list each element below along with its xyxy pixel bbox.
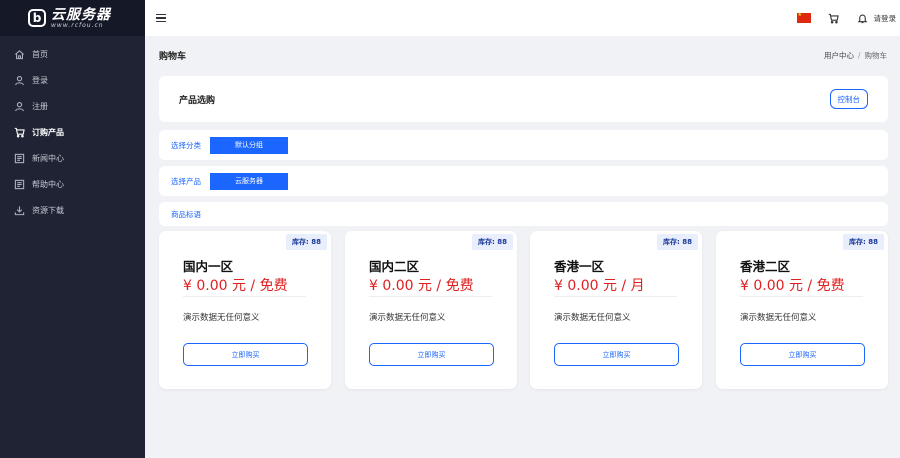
cart-icon[interactable] [828, 13, 839, 24]
product-label: 选择产品 [171, 176, 201, 186]
download-icon [13, 204, 25, 216]
bell-icon[interactable] [857, 13, 868, 24]
category-label: 选择分类 [171, 140, 201, 150]
tagline-row: 商品标语 [159, 202, 888, 226]
sidebar-item-label: 注册 [32, 101, 48, 111]
stock-badge: 库存: 88 [286, 234, 327, 250]
buy-now-button[interactable]: 立即购买 [183, 343, 308, 366]
sidebar-item-label: 帮助中心 [32, 179, 64, 189]
card-price: ¥ 0.00 元 / 免费 [740, 278, 845, 294]
buy-now-button[interactable]: 立即购买 [554, 343, 679, 366]
card-description: 演示数据无任何意义 [554, 313, 631, 323]
card-title: 国内二区 [369, 259, 420, 274]
buy-now-button[interactable]: 立即购买 [740, 343, 865, 366]
category-row: 选择分类 默认分组 [159, 130, 888, 160]
card-price: ¥ 0.00 元 / 免费 [183, 278, 288, 294]
product-panel: 产品选购 控制台 [159, 76, 888, 122]
divider [369, 296, 492, 297]
divider [183, 296, 306, 297]
stock-badge: 库存: 88 [843, 234, 884, 250]
menu-toggle-icon[interactable] [156, 14, 166, 22]
sidebar-item-register[interactable]: 注册 [0, 93, 145, 119]
logo-subtitle: www.rcfou.cn [51, 21, 104, 29]
sidebar-item-login[interactable]: 登录 [0, 67, 145, 93]
stock-badge: 库存: 88 [657, 234, 698, 250]
home-icon [13, 48, 25, 60]
card-description: 演示数据无任何意义 [183, 313, 260, 323]
card-title: 香港二区 [740, 259, 791, 274]
product-card: 库存: 88 国内二区 ¥ 0.00 元 / 免费 演示数据无任何意义 立即购买 [345, 231, 517, 389]
top-bar: 请登录 [145, 0, 900, 36]
breadcrumb-current: 购物车 [864, 50, 888, 60]
breadcrumb: 用户中心 / 购物车 [823, 50, 888, 60]
help-icon [13, 178, 25, 190]
card-price: ¥ 0.00 元 / 免费 [369, 278, 474, 294]
stock-badge: 库存: 88 [472, 234, 513, 250]
logo[interactable]: b 云服务器 www.rcfou.cn [0, 0, 145, 36]
tagline-label: 商品标语 [171, 209, 201, 219]
card-description: 演示数据无任何意义 [369, 313, 446, 323]
user-icon [13, 74, 25, 86]
news-icon [13, 152, 25, 164]
sidebar-item-label: 资源下载 [32, 205, 64, 215]
sidebar: b 云服务器 www.rcfou.cn 首页 登录 注册 订购产品 新闻中心 帮… [0, 0, 145, 458]
logo-icon: b [28, 9, 46, 27]
product-option-cloud-server[interactable]: 云服务器 [210, 172, 288, 190]
sidebar-item-news[interactable]: 新闻中心 [0, 145, 145, 171]
breadcrumb-user-center[interactable]: 用户中心 [824, 51, 854, 60]
sidebar-item-order[interactable]: 订购产品 [0, 119, 145, 145]
card-title: 国内一区 [183, 259, 234, 274]
sidebar-item-label: 新闻中心 [32, 153, 64, 163]
sidebar-item-label: 首页 [32, 49, 48, 59]
product-card: 库存: 88 香港二区 ¥ 0.00 元 / 免费 演示数据无任何意义 立即购买 [716, 231, 888, 389]
divider [554, 296, 677, 297]
sidebar-item-help[interactable]: 帮助中心 [0, 171, 145, 197]
sidebar-item-home[interactable]: 首页 [0, 41, 145, 67]
buy-now-button[interactable]: 立即购买 [369, 343, 494, 366]
page-title: 购物车 [159, 51, 187, 62]
login-link[interactable]: 请登录 [874, 13, 897, 24]
category-option-default[interactable]: 默认分组 [210, 136, 288, 154]
product-row: 选择产品 云服务器 [159, 166, 888, 196]
product-card: 库存: 88 香港一区 ¥ 0.00 元 / 月 演示数据无任何意义 立即购买 [530, 231, 702, 389]
sidebar-item-label: 登录 [32, 75, 48, 85]
sidebar-item-download[interactable]: 资源下载 [0, 197, 145, 223]
product-panel-title: 产品选购 [179, 95, 216, 106]
sidebar-item-label: 订购产品 [32, 127, 64, 137]
card-price: ¥ 0.00 元 / 月 [554, 278, 645, 294]
card-description: 演示数据无任何意义 [740, 313, 817, 323]
console-button[interactable]: 控制台 [829, 89, 868, 109]
logo-title: 云服务器 [51, 6, 111, 23]
cart-icon [13, 126, 25, 138]
china-flag-icon[interactable] [796, 12, 811, 23]
main-content: 购物车 用户中心 / 购物车 产品选购 控制台 选择分类 默认分组 选择产品 云服务… [145, 36, 900, 458]
card-title: 香港一区 [554, 259, 605, 274]
divider [740, 296, 863, 297]
product-card: 库存: 88 国内一区 ¥ 0.00 元 / 免费 演示数据无任何意义 立即购买 [159, 231, 331, 389]
sidebar-menu: 首页 登录 注册 订购产品 新闻中心 帮助中心 资源下载 [0, 41, 145, 223]
user-add-icon [13, 100, 25, 112]
